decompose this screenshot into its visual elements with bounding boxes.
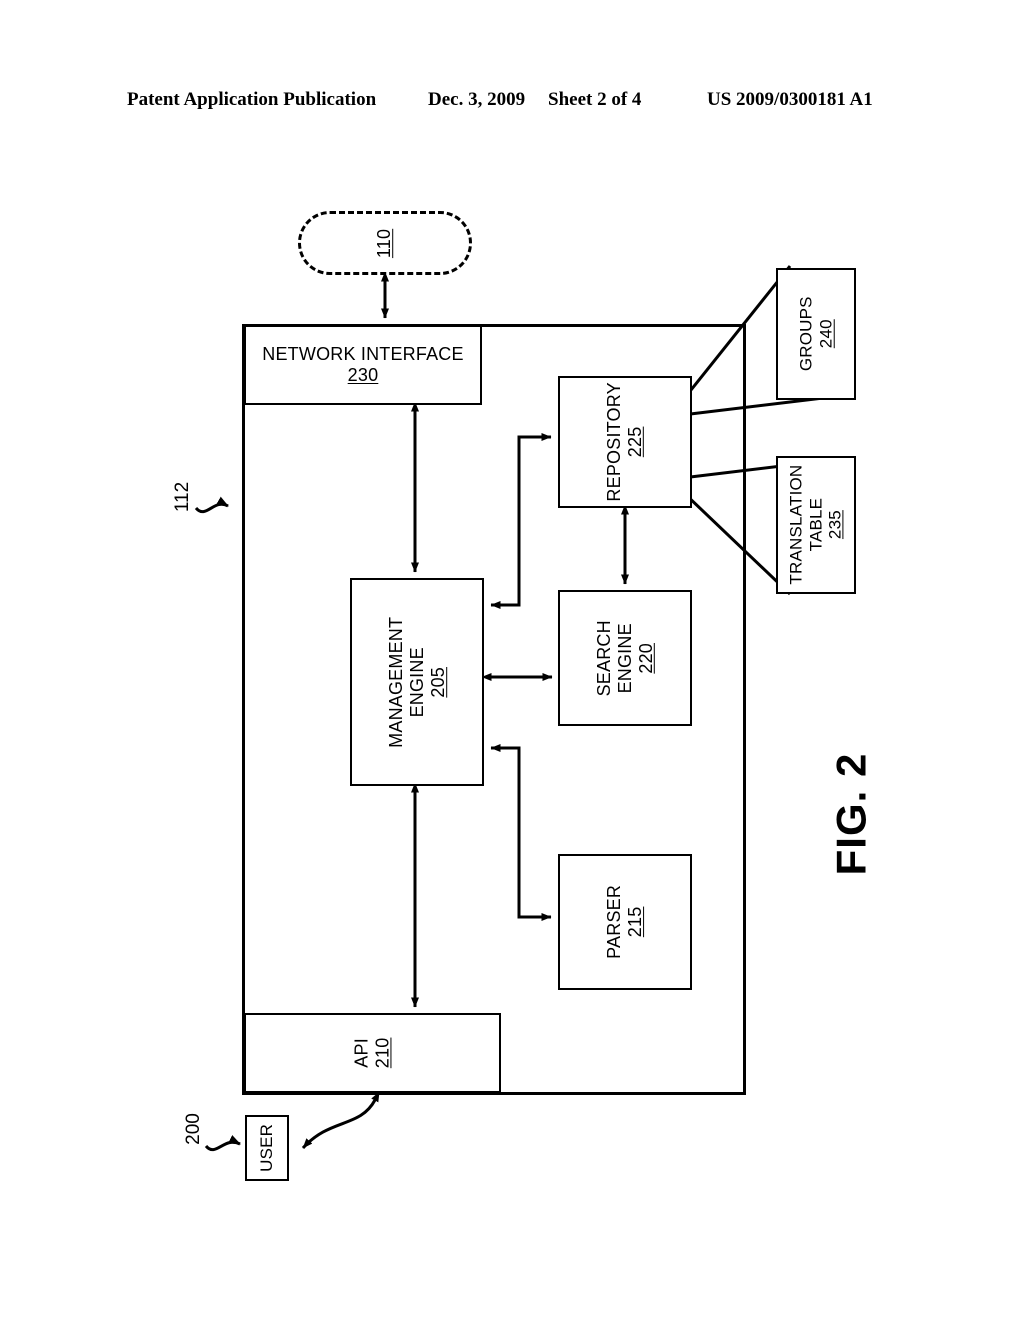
node-network-110-label: 110: [301, 214, 469, 272]
node-network-interface-230-label: NETWORK INTERFACE 230: [246, 327, 480, 403]
node-api-210-ref: 210: [372, 1037, 393, 1069]
node-parser-215[interactable]: PARSER 215: [558, 854, 692, 990]
reference-numeral-200-text: 200: [182, 1113, 204, 1145]
node-network-110-ref: 110: [374, 228, 395, 258]
node-user-label: USER: [247, 1117, 287, 1179]
node-search-engine-220-title-line1: SEARCH: [593, 619, 614, 697]
node-groups-240-ref: 240: [815, 319, 835, 349]
node-parser-215-title: PARSER: [604, 885, 625, 959]
node-management-engine-205-title-line2: ENGINE: [406, 646, 427, 718]
node-api-210-label: API 210: [246, 1015, 499, 1091]
node-search-engine-220-label: SEARCH ENGINE 220: [560, 592, 690, 724]
node-network-interface-230-title: NETWORK INTERFACE: [262, 344, 464, 365]
node-translation-table-235-title-line2: TABLE: [806, 498, 826, 552]
leader-line-112: [194, 496, 229, 514]
node-repository-225[interactable]: REPOSITORY 225: [558, 376, 692, 508]
node-translation-table-235-ref: 235: [825, 510, 845, 540]
leader-line-200: [204, 1135, 241, 1152]
node-network-interface-230-ref: 230: [347, 365, 379, 385]
figure-2-diagram: 110 NETWORK INTERFACE 230 MANAGEMENT ENG…: [0, 0, 1024, 1320]
reference-numeral-112-text: 112: [172, 481, 194, 513]
node-api-210[interactable]: API 210: [244, 1013, 501, 1093]
node-management-engine-205[interactable]: MANAGEMENT ENGINE 205: [350, 578, 484, 786]
node-user[interactable]: USER: [245, 1115, 289, 1181]
reference-numeral-200: 200: [178, 1113, 210, 1145]
node-api-210-title: API: [351, 1038, 372, 1068]
reference-numeral-112: 112: [168, 482, 198, 512]
node-parser-215-label: PARSER 215: [560, 856, 690, 988]
node-repository-225-label: REPOSITORY 225: [560, 378, 690, 506]
node-translation-table-235[interactable]: TRANSLATION TABLE 235: [776, 456, 856, 594]
node-management-engine-205-label: MANAGEMENT ENGINE 205: [352, 580, 482, 784]
node-network-110[interactable]: 110: [298, 211, 472, 275]
node-management-engine-205-title-line1: MANAGEMENT: [385, 616, 406, 748]
figure-caption: FIG. 2: [790, 753, 913, 876]
node-search-engine-220[interactable]: SEARCH ENGINE 220: [558, 590, 692, 726]
connector-api-to-user: [301, 1091, 380, 1150]
figure-caption-text: FIG. 2: [827, 752, 875, 876]
node-repository-225-ref: 225: [625, 426, 645, 458]
node-search-engine-220-ref: 220: [635, 642, 656, 674]
node-search-engine-220-title-line2: ENGINE: [614, 622, 635, 694]
node-translation-table-235-label: TRANSLATION TABLE 235: [778, 458, 854, 592]
node-parser-215-ref: 215: [624, 906, 645, 938]
node-management-engine-205-ref: 205: [427, 666, 448, 698]
node-network-interface-230[interactable]: NETWORK INTERFACE 230: [244, 325, 482, 405]
node-translation-table-235-title-line1: TRANSLATION: [786, 465, 806, 585]
node-user-title: USER: [257, 1123, 277, 1173]
node-groups-240-label: GROUPS 240: [778, 270, 854, 398]
node-repository-225-title: REPOSITORY: [604, 382, 625, 502]
node-groups-240[interactable]: GROUPS 240: [776, 268, 856, 400]
node-groups-240-title: GROUPS: [796, 296, 816, 372]
